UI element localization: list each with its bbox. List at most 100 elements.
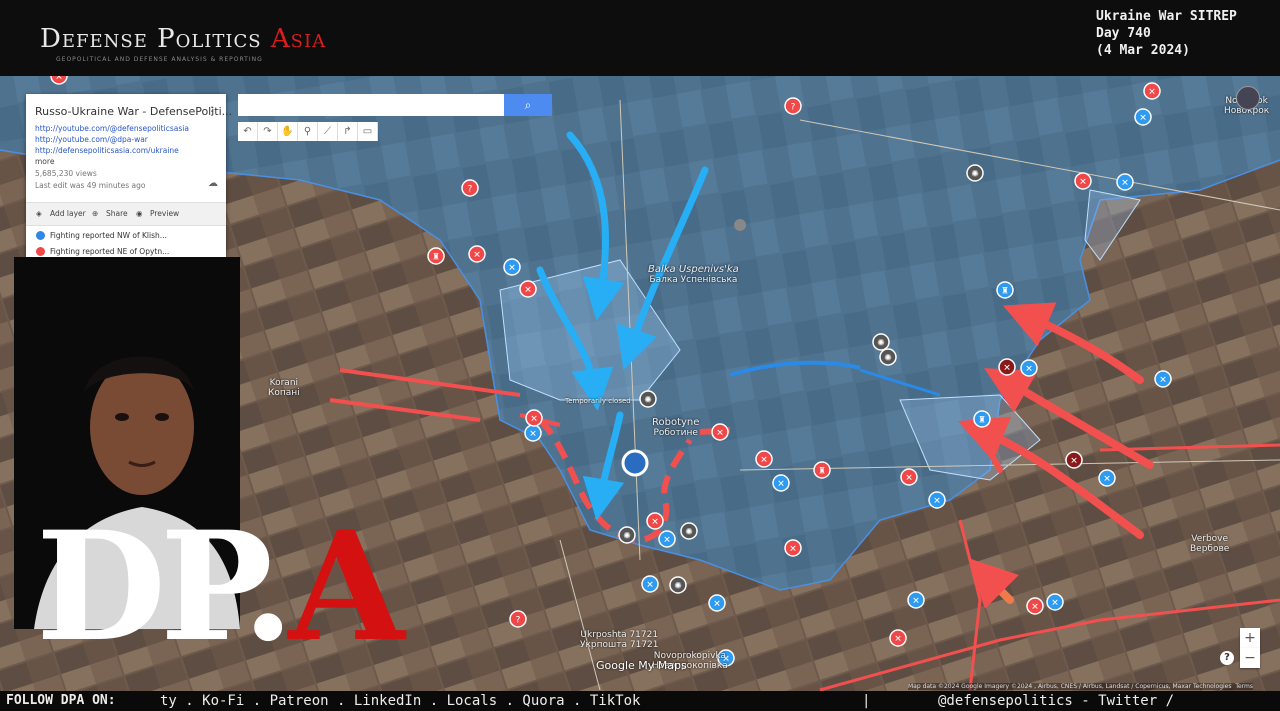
ru-report-icon[interactable]: ? (509, 610, 527, 628)
svg-text:✺: ✺ (971, 170, 979, 180)
minus-icon[interactable]: − (1240, 648, 1260, 668)
ua-clash-icon[interactable]: ✕ (928, 491, 946, 509)
ru-clash-icon[interactable]: ✕ (711, 423, 729, 441)
plus-icon[interactable]: + (1240, 628, 1260, 648)
ua-clash-icon[interactable]: ✕ (503, 258, 521, 276)
draw-line-icon[interactable]: ⟋ (318, 122, 338, 141)
terms-link[interactable]: Terms (1235, 683, 1253, 690)
artillery-icon[interactable]: ✺ (618, 526, 636, 544)
ua-clash-icon[interactable]: ✕ (772, 474, 790, 492)
search-input[interactable] (238, 94, 504, 116)
blue-clash-icon (36, 231, 45, 240)
redo-icon[interactable]: ↷ (258, 122, 278, 141)
panel-link-2[interactable]: http://youtube.com/@dpa-war (35, 135, 148, 144)
artillery-icon[interactable]: ✺ (669, 576, 687, 594)
eye-icon[interactable]: ◉ (136, 209, 143, 218)
more-vert-icon[interactable]: ⋮ (206, 104, 218, 118)
footer-bar: FOLLOW DPA ON: ty . Ko-Fi . Patreon . Li… (0, 691, 1280, 711)
search-button[interactable]: ⌕ (504, 94, 552, 116)
hand-icon[interactable]: ✋ (278, 122, 298, 141)
svg-text:?: ? (516, 616, 521, 626)
ruler-icon[interactable]: ▭ (358, 122, 378, 141)
help-icon[interactable]: ? (1220, 651, 1234, 665)
svg-text:✕: ✕ (760, 456, 768, 466)
panel-more[interactable]: more (35, 157, 54, 166)
marker-icon[interactable]: ⚲ (298, 122, 318, 141)
map-toolbar: ↶ ↷ ✋ ⚲ ⟋ ↱ ▭ (238, 122, 378, 141)
sitrep-box: Ukraine War SITREP Day 740 (4 Mar 2024) (1096, 8, 1237, 59)
add-layer-button[interactable]: Add layer (50, 209, 86, 218)
svg-text:✺: ✺ (623, 532, 631, 542)
svg-text:✕: ✕ (1139, 114, 1147, 124)
svg-text:?: ? (468, 185, 473, 195)
panel-title[interactable]: Russo-Ukraine War - DefensePoliti... (35, 105, 232, 118)
ru-clash-icon[interactable]: ✕ (646, 512, 664, 530)
user-avatar[interactable] (1236, 86, 1260, 110)
svg-text:✕: ✕ (1070, 457, 1078, 467)
layer-item-1[interactable]: Fighting reported NW of Klish... (50, 231, 167, 240)
ru-clash-icon[interactable]: ✕ (525, 409, 543, 427)
ua-fort-icon[interactable]: ♜ (973, 410, 991, 428)
place-korani: Korani Копані (268, 378, 300, 398)
selected-marker[interactable] (621, 449, 649, 477)
share-button[interactable]: Share (106, 209, 128, 218)
svg-text:✕: ✕ (1121, 179, 1129, 189)
svg-text:♜: ♜ (818, 467, 826, 477)
ua-fort-icon[interactable]: ♜ (996, 281, 1014, 299)
panel-last-edit: Last edit was 49 minutes ago (35, 181, 146, 190)
svg-text:✕: ✕ (1031, 603, 1039, 613)
svg-text:?: ? (791, 103, 796, 113)
ua-clash-icon[interactable]: ✕ (1134, 108, 1152, 126)
dpa-letter-p: P (160, 499, 248, 675)
svg-text:♜: ♜ (432, 253, 440, 263)
dpa-watermark: DP.A (36, 512, 405, 662)
svg-text:✕: ✕ (646, 581, 654, 591)
preview-button[interactable]: Preview (150, 209, 179, 218)
artillery-icon[interactable]: ✺ (639, 390, 657, 408)
ua-clash-icon[interactable]: ✕ (524, 424, 542, 442)
ua-clash-icon[interactable]: ✕ (1116, 173, 1134, 191)
artillery-icon[interactable]: ✺ (879, 348, 897, 366)
artillery-icon[interactable]: ✺ (966, 164, 984, 182)
panel-link-3[interactable]: http://defensepoliticsasia.com/ukraine (35, 146, 179, 155)
ru-clash-icon[interactable]: ✕ (519, 280, 537, 298)
ua-clash-icon[interactable]: ✕ (1154, 370, 1172, 388)
ru-fort-icon[interactable]: ♜ (813, 461, 831, 479)
artillery-icon[interactable]: ✺ (872, 333, 890, 351)
ua-clash-icon[interactable]: ✕ (1098, 469, 1116, 487)
cloud-icon: ☁ (208, 178, 218, 189)
ru-heavy-clash-icon[interactable]: ✕ (1065, 451, 1083, 469)
ru-clash-icon[interactable]: ✕ (1026, 597, 1044, 615)
svg-text:✕: ✕ (473, 251, 481, 261)
ua-clash-icon[interactable]: ✕ (907, 591, 925, 609)
svg-text:✕: ✕ (905, 474, 913, 484)
footer-handle: @defensepolitics - Twitter / (938, 693, 1175, 709)
ua-clash-icon[interactable]: ✕ (658, 530, 676, 548)
ru-clash-icon[interactable]: ✕ (755, 450, 773, 468)
artillery-icon[interactable]: ✺ (680, 522, 698, 540)
place-balka: Balka Uspenivs'ka Балка Успенівська (648, 264, 739, 286)
undo-icon[interactable]: ↶ (238, 122, 258, 141)
ru-clash-icon[interactable]: ✕ (784, 539, 802, 557)
panel-link-1[interactable]: http://youtube.com/@defensepoliticsasia (35, 124, 189, 133)
place-closed-note: Temporarily closed (565, 397, 631, 405)
ua-clash-icon[interactable]: ✕ (1046, 593, 1064, 611)
ua-clash-icon[interactable]: ✕ (641, 575, 659, 593)
directions-icon[interactable]: ↱ (338, 122, 358, 141)
footer-follow-label: FOLLOW DPA ON: (6, 693, 116, 708)
ru-report-icon[interactable]: ? (784, 97, 802, 115)
ru-clash-icon[interactable]: ✕ (889, 629, 907, 647)
ru-clash-icon[interactable]: ✕ (468, 245, 486, 263)
layers-icon[interactable]: ◈ (36, 209, 42, 218)
ru-clash-icon[interactable]: ✕ (1074, 172, 1092, 190)
ru-clash-icon[interactable]: ✕ (1143, 82, 1161, 100)
ru-clash-icon[interactable]: ✕ (900, 468, 918, 486)
ua-clash-icon[interactable]: ✕ (708, 594, 726, 612)
layer-item-2[interactable]: Fighting reported NE of Opytn... (50, 247, 169, 256)
share-icon[interactable]: ⊕ (92, 209, 98, 218)
svg-text:✺: ✺ (674, 582, 682, 592)
ua-clash-icon[interactable]: ✕ (1020, 359, 1038, 377)
ru-heavy-clash-icon[interactable]: ✕ (998, 358, 1016, 376)
ru-report-icon[interactable]: ? (461, 179, 479, 197)
ru-fort-icon[interactable]: ♜ (427, 247, 445, 265)
